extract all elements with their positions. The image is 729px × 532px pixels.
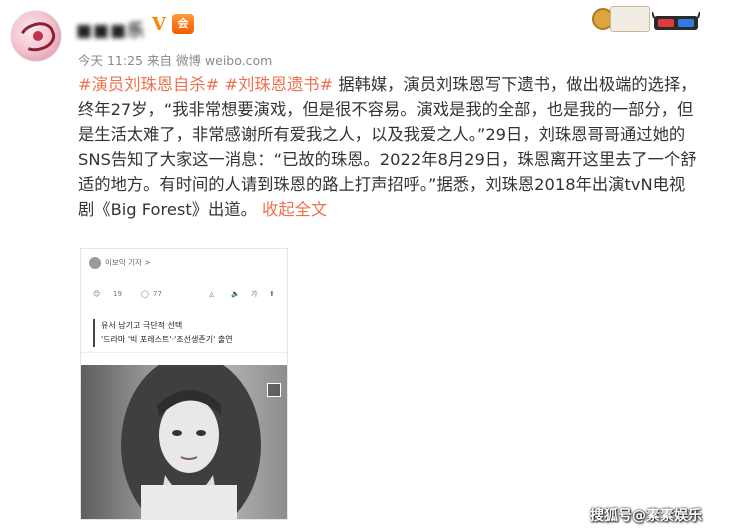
post-text: #演员刘珠恩自杀# #刘珠恩遗书# 据韩媒，演员刘珠恩写下遗书，做出极端的选择，… <box>78 72 698 222</box>
like-emoji-icon: 😊 <box>93 290 101 298</box>
post-header: ■■■乐 V 会 今天 11:25 来自 微博 weibo.com <box>0 0 729 68</box>
watermark: 搜狐号@素素娱乐 <box>590 508 702 524</box>
text-size-icon: 가 <box>251 290 258 298</box>
reporter-name: 이보익 기자 > <box>105 258 151 267</box>
share-icon: ⬆ <box>269 290 275 298</box>
audio-icon: 🔈 <box>231 290 240 298</box>
hashtag-link-2[interactable]: #刘珠恩遗书# <box>224 75 333 94</box>
portrait-illustration <box>121 365 261 519</box>
like-count: 19 <box>113 290 122 298</box>
reporter-avatar <box>89 257 101 269</box>
user-avatar[interactable] <box>10 10 62 62</box>
decoration-badges <box>592 2 710 38</box>
verified-icon: V <box>152 14 166 35</box>
headline-line-1: 유서 남기고 극단적 선택 <box>101 321 183 330</box>
bookmark-icon: ◬ <box>209 290 215 298</box>
headline-line-2: '드라마 '빅 포레스트'·'조선생존기' 출연 <box>101 335 233 344</box>
zoom-icon[interactable] <box>267 383 281 397</box>
article-stats: 😊 19 ◯ 77 ◬ 🔈 가 ⬆ <box>93 287 277 301</box>
3d-glasses-icon <box>652 11 700 30</box>
post-meta: 今天 11:25 来自 微博 weibo.com <box>78 53 273 68</box>
collapse-link[interactable]: 收起全文 <box>262 200 327 219</box>
post-body: 据韩媒，演员刘珠恩写下遗书，做出极端的选择，终年27岁，“我非常想要演戏，但是很… <box>78 75 697 219</box>
vip-badge-icon: 会 <box>172 14 194 34</box>
article-headline: 유서 남기고 극단적 선택 '드라마 '빅 포레스트'·'조선생존기' 출연 <box>93 319 233 347</box>
comment-count: 77 <box>153 290 162 298</box>
hashtag-link-1[interactable]: #演员刘珠恩自杀# <box>78 75 219 94</box>
embedded-article-image[interactable]: 이보익 기자 > 😊 19 ◯ 77 ◬ 🔈 가 ⬆ 유서 남기고 극단적 선택… <box>80 248 288 520</box>
badge-card-icon <box>610 6 650 32</box>
embedded-article-header: 이보익 기자 > 😊 19 ◯ 77 ◬ 🔈 가 ⬆ 유서 남기고 극단적 선택… <box>81 249 287 353</box>
portrait-photo <box>81 365 287 519</box>
username[interactable]: ■■■乐 <box>76 16 145 41</box>
avatar-dot <box>33 31 43 41</box>
comment-icon: ◯ <box>141 290 149 298</box>
